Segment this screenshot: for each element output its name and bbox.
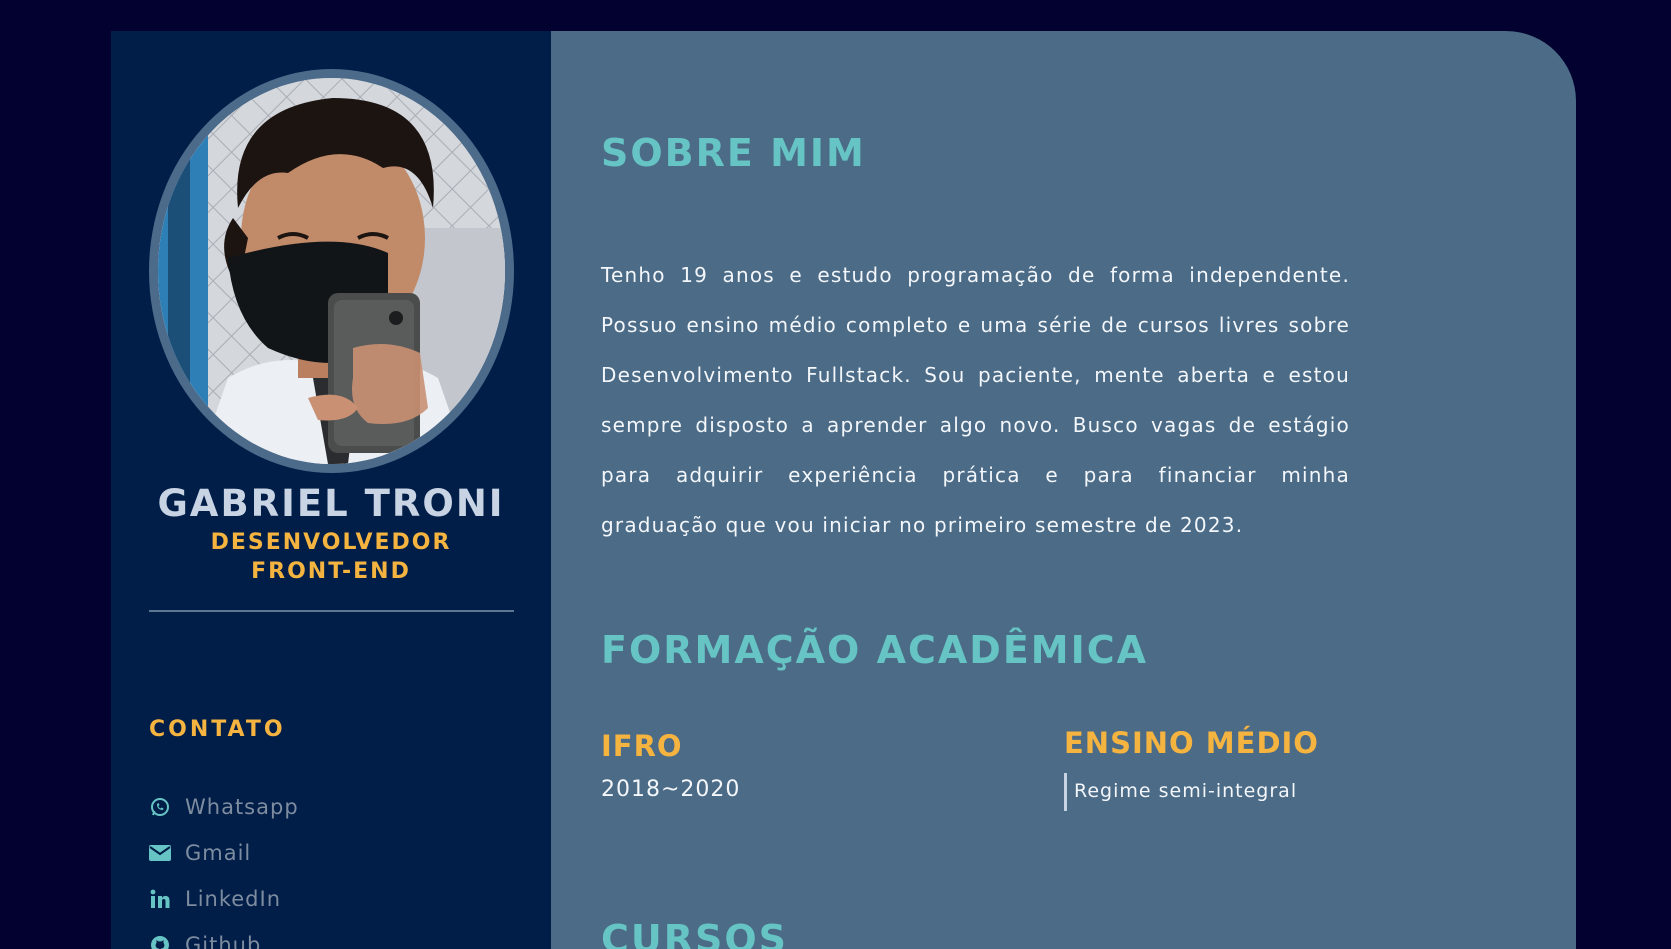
section-title-about: SOBRE MIM	[601, 131, 866, 175]
contact-link-whatsapp[interactable]: Whatsapp	[149, 792, 299, 822]
profile-role-line2: FRONT-END	[251, 559, 411, 584]
profile-photo-illustration	[158, 78, 505, 464]
main-content: SOBRE MIM Tenho 19 anos e estudo program…	[551, 31, 1576, 949]
education-regime-bar	[1064, 773, 1067, 811]
section-title-courses: CURSOS	[601, 917, 789, 949]
contact-label-whatsapp: Whatsapp	[185, 795, 299, 819]
sidebar-divider	[149, 610, 514, 612]
contact-link-github[interactable]: Github	[149, 930, 261, 949]
resume-page: GABRIEL TRONI DESENVOLVEDOR FRONT-END CO…	[111, 31, 1576, 949]
profile-role-line1: DESENVOLVEDOR	[210, 530, 452, 555]
education-level: ENSINO MÉDIO	[1064, 726, 1319, 760]
whatsapp-icon	[149, 796, 171, 818]
github-icon	[149, 934, 171, 949]
contact-label-linkedin: LinkedIn	[185, 887, 282, 911]
contact-label-gmail: Gmail	[185, 841, 252, 865]
section-title-education: FORMAÇÃO ACADÊMICA	[601, 628, 1149, 672]
education-institution: IFRO	[601, 729, 683, 763]
envelope-icon	[149, 842, 171, 864]
profile-photo	[158, 78, 505, 464]
avatar	[149, 69, 514, 473]
contact-title: CONTATO	[149, 717, 286, 742]
about-text: Tenho 19 anos e estudo programação de fo…	[601, 263, 1350, 537]
profile-name: GABRIEL TRONI	[157, 482, 505, 525]
linkedin-icon	[149, 888, 171, 910]
contact-link-gmail[interactable]: Gmail	[149, 838, 251, 868]
education-period: 2018~2020	[601, 777, 741, 802]
contact-link-linkedin[interactable]: LinkedIn	[149, 884, 281, 914]
sidebar: GABRIEL TRONI DESENVOLVEDOR FRONT-END CO…	[111, 31, 551, 949]
contact-label-github: Github	[185, 933, 262, 949]
profile-role: DESENVOLVEDOR FRONT-END	[111, 528, 551, 586]
education-regime: Regime semi-integral	[1074, 780, 1298, 802]
